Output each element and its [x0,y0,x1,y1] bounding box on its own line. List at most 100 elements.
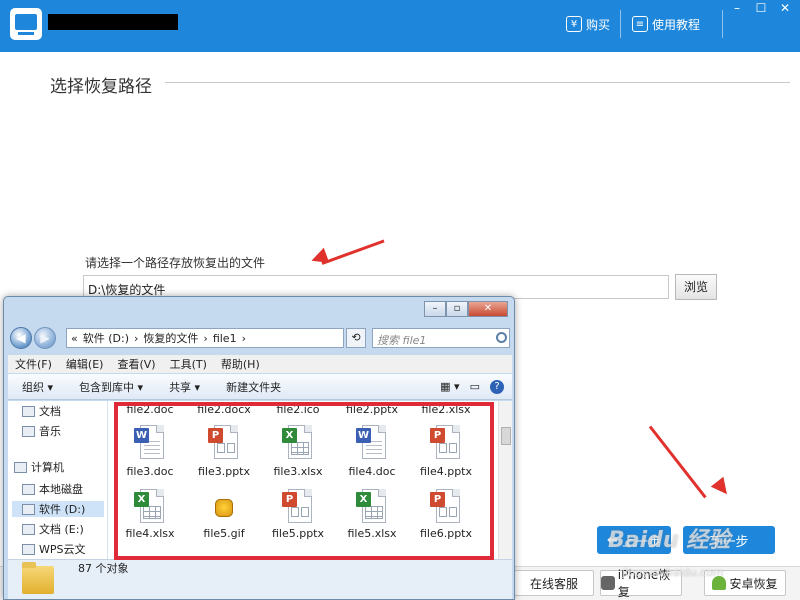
menu-tools[interactable]: 工具(T) [170,356,207,372]
vertical-scrollbar[interactable] [498,401,512,559]
online-service-label: 在线客服 [529,576,578,591]
drive-icon [22,483,35,495]
nav-item-computer[interactable]: 计算机 [14,459,64,475]
file-explorer-window: – ▫ ✕ ◀ ▶ « 软件 (D:) › 恢复的文件 › file1 › ⟲ … [3,296,515,600]
tutorial-button[interactable]: ≡ 使用教程 [632,14,700,34]
title-bar: ¥ 购买 ≡ 使用教程 – ☐ ✕ [0,0,800,52]
explorer-close-icon[interactable]: ✕ [468,301,508,317]
title-divider [165,82,790,83]
toolbar-divider [722,10,723,38]
address-bar[interactable]: « 软件 (D:) › 恢复的文件 › file1 › [66,328,344,348]
include-in-library-button[interactable]: 包含到库中 ▾ [79,379,143,395]
documents-icon [22,405,35,417]
menu-edit[interactable]: 编辑(E) [66,356,104,372]
ppt-file-icon[interactable]: P [282,489,312,525]
menu-view[interactable]: 查看(V) [117,356,155,372]
forward-arrow-icon[interactable]: ▶ [34,327,56,349]
excel-file-icon[interactable]: X [356,489,386,525]
file-name-label: file3.doc [126,465,174,478]
annotation-arrow-1 [321,239,385,265]
file-name-label: file2.docx [197,403,251,416]
tutorial-label: 使用教程 [652,17,701,32]
android-recovery-label: 安卓恢复 [729,576,778,591]
document-icon: ≡ [632,16,648,32]
explorer-nav-bar: ◀ ▶ « 软件 (D:) › 恢复的文件 › file1 › ⟲ 搜索 fil… [8,325,512,353]
file-name-label: file4.pptx [419,465,473,478]
explorer-status-bar: 87 个对象 [8,559,512,599]
view-options: ▦ ▾ ▭ ? [440,379,504,394]
annotation-arrowhead-1 [308,247,330,269]
nav-item-local-disk[interactable]: 本地磁盘 [22,481,83,497]
drive-icon [22,523,35,535]
browse-button[interactable]: 浏览 [675,274,717,300]
excel-file-icon[interactable]: X [282,425,312,461]
explorer-window-controls: – ▫ ✕ [424,301,508,317]
file-name-label: file3.xlsx [273,465,323,478]
excel-file-icon[interactable]: X [134,489,164,525]
navigation-pane: 文档 音乐 计算机 本地磁盘 软件 (D:) 文档 (E:) WPS云文 [8,401,108,559]
nav-item-label: 文档 [39,405,61,418]
baidu-watermark-url: jingyan.baidu.com [622,566,724,579]
drive-icon [22,503,35,515]
file-name-label: file4.doc [348,465,396,478]
change-view-icon[interactable]: ▦ ▾ [440,380,459,394]
explorer-maximize-icon[interactable]: ▫ [446,301,468,317]
nav-item-documents[interactable]: 文档 [22,403,61,419]
breadcrumb-drive[interactable]: 软件 (D:) [83,330,129,346]
scrollbar-thumb[interactable] [501,427,511,445]
nav-item-music[interactable]: 音乐 [22,423,61,439]
share-button[interactable]: 共享 ▾ [169,379,200,395]
back-arrow-icon[interactable]: ◀ [10,327,32,349]
explorer-body: 文档 音乐 计算机 本地磁盘 软件 (D:) 文档 (E:) WPS云文 fil… [8,401,512,559]
file-name-label: file2.doc [126,403,174,416]
breadcrumb-folder[interactable]: 恢复的文件 [143,330,198,346]
word-file-icon[interactable]: W [356,425,386,461]
file-name-label: file4.xlsx [125,527,175,540]
explorer-minimize-icon[interactable]: – [424,301,446,317]
ppt-file-icon[interactable]: P [430,425,460,461]
explorer-command-bar: 组织 ▾ 包含到库中 ▾ 共享 ▾ 新建文件夹 ▦ ▾ ▭ ? [8,374,512,400]
gif-file-icon[interactable] [208,489,238,525]
word-file-icon[interactable]: W [134,425,164,461]
breadcrumb-chevron[interactable]: « [71,332,78,345]
annotation-arrowhead-2 [710,476,734,500]
minimize-icon[interactable]: – [726,0,748,16]
folder-icon [22,562,54,594]
app-logo-icon [10,8,42,40]
nav-item-label: 音乐 [39,425,61,438]
new-folder-button[interactable]: 新建文件夹 [226,379,281,395]
menu-file[interactable]: 文件(F) [15,356,52,372]
preview-pane-icon[interactable]: ▭ [470,380,480,394]
computer-icon [14,461,27,473]
menu-help[interactable]: 帮助(H) [221,356,260,372]
nav-item-drive-e[interactable]: 文档 (E:) [22,521,84,537]
nav-item-label: WPS云文 [39,543,86,556]
music-icon [22,425,35,437]
help-icon[interactable]: ? [490,379,504,394]
refresh-icon[interactable]: ⟲ [346,328,366,348]
explorer-search-input[interactable]: 搜索 file1 [372,328,510,348]
ppt-file-icon[interactable]: P [208,425,238,461]
search-icon[interactable] [496,332,507,343]
annotation-arrow-2 [648,425,707,499]
file-list-pane: file2.doc file2.docx file2.ico file2.pptx fi… [110,401,496,559]
close-icon[interactable]: ✕ [774,0,796,16]
explorer-menu-bar: 文件(F) 编辑(E) 查看(V) 工具(T) 帮助(H) [8,355,512,373]
breadcrumb-subfolder[interactable]: file1 [213,332,237,345]
online-service-button[interactable]: 在线客服 [514,570,594,596]
file-name-label: file5.xlsx [347,527,397,540]
organize-button[interactable]: 组织 ▾ [22,379,53,395]
file-name-label: file2.xlsx [421,403,471,416]
baidu-watermark: Baidu 经验 [608,528,731,553]
nav-item-wps-cloud[interactable]: WPS云文 [22,541,86,557]
nav-item-label: 文档 (E:) [39,523,84,536]
nav-item-drive-d[interactable]: 软件 (D:) [12,501,104,517]
recovery-app-window: ¥ 购买 ≡ 使用教程 – ☐ ✕ 选择恢复路径 请选择一个路径存放恢复出的文件… [0,0,800,600]
maximize-icon[interactable]: ☐ [750,0,772,16]
breadcrumb-separator: › [241,331,246,345]
file-name-label: file5.pptx [271,527,325,540]
yen-icon: ¥ [566,16,582,32]
ppt-file-icon[interactable]: P [430,489,460,525]
buy-button[interactable]: ¥ 购买 [566,14,610,34]
page-title: 选择恢复路径 [50,77,152,97]
